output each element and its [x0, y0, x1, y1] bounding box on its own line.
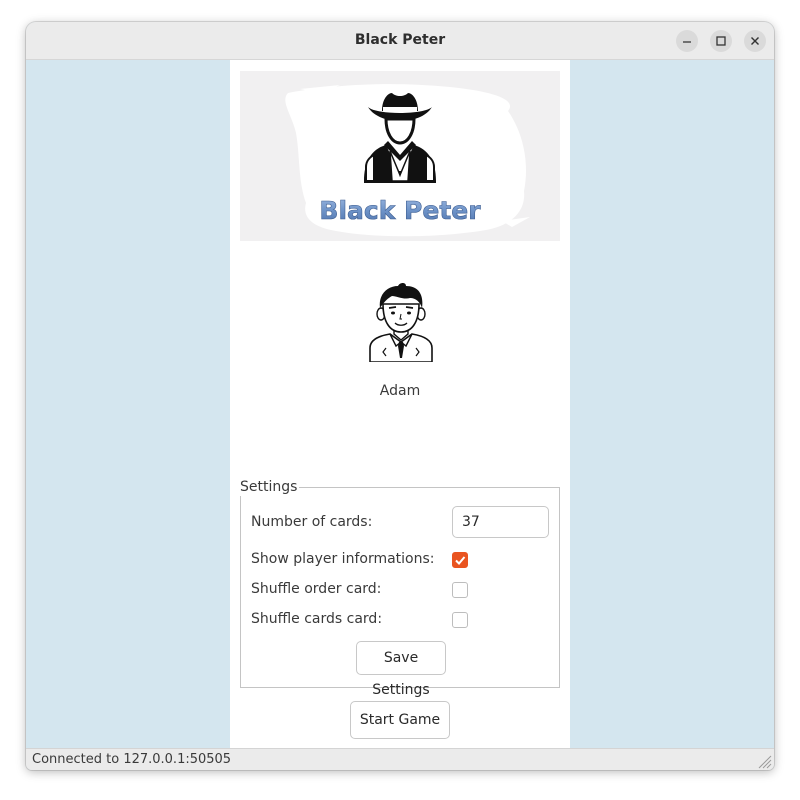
- title-bar[interactable]: Black Peter: [26, 22, 774, 60]
- close-button[interactable]: [744, 30, 766, 52]
- game-panel: Black Peter Adam Settings Number of card…: [230, 60, 570, 748]
- connection-status: Connected to 127.0.0.1:50505: [32, 752, 232, 767]
- shuffle-order-checkbox[interactable]: [452, 582, 468, 598]
- shuffle-cards-label: Shuffle cards card:: [251, 611, 383, 627]
- black-peter-logo: Black Peter: [285, 84, 530, 237]
- settings-legend: Settings: [240, 478, 300, 496]
- player-avatar: [366, 282, 436, 366]
- logo-text: Black Peter: [319, 196, 481, 225]
- status-bar: Connected to 127.0.0.1:50505: [26, 748, 774, 770]
- shuffle-cards-checkbox[interactable]: [452, 612, 468, 628]
- maximize-button[interactable]: [710, 30, 732, 52]
- show-player-info-checkbox[interactable]: [452, 552, 468, 568]
- number-of-cards-label: Number of cards:: [251, 514, 373, 530]
- start-game-button[interactable]: Start Game: [350, 701, 450, 739]
- logo-banner: Black Peter: [240, 71, 560, 241]
- shuffle-order-label: Shuffle order card:: [251, 581, 382, 597]
- minimize-icon: [683, 41, 691, 43]
- content-area: Black Peter Adam Settings Number of card…: [26, 60, 774, 748]
- resize-grip-icon[interactable]: [756, 753, 772, 769]
- window-title: Black Peter: [354, 32, 446, 48]
- number-of-cards-input[interactable]: [452, 506, 549, 538]
- close-icon: [751, 37, 759, 45]
- save-settings-button[interactable]: Save Settings: [356, 641, 446, 698]
- app-window: Black Peter Black Peter Adam Settings Nu…: [26, 22, 774, 770]
- show-player-info-label: Show player informations:: [251, 551, 435, 567]
- maximize-icon: [716, 36, 726, 46]
- player-avatar-icon: [369, 283, 433, 363]
- minimize-button[interactable]: [676, 30, 698, 52]
- checkmark-icon: [455, 556, 466, 565]
- player-name: Adam: [379, 383, 421, 399]
